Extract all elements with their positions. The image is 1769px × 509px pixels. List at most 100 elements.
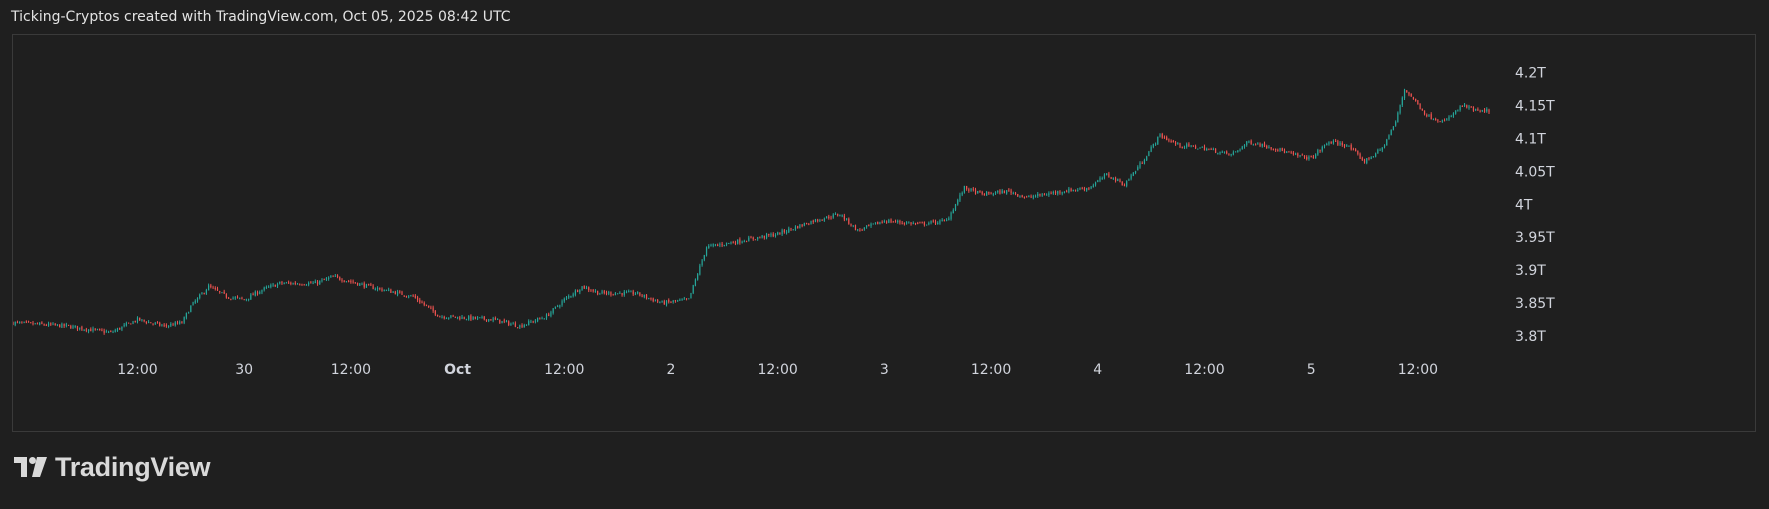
up-candle [279,281,281,284]
up-candle [1001,190,1003,194]
down-candle [988,191,990,194]
down-candle [1426,114,1428,117]
down-candle [910,222,912,225]
up-candle [625,291,628,293]
down-candle [821,219,823,221]
up-candle [1186,144,1188,147]
up-candle [234,297,236,299]
up-candle [114,330,116,332]
up-candle [1028,195,1030,197]
up-candle [1323,145,1326,147]
down-candle [817,219,819,221]
time-axis[interactable]: 12:00 30 12:00 Oct 12:00 2 12:00 3 12:00 4 12:00 5 1… [117,362,1438,378]
up-candle [1177,143,1179,145]
down-candle [165,325,167,327]
down-candle [1168,139,1170,141]
up-candle [1037,193,1039,197]
up-candle [1190,145,1192,147]
chart-caption: Ticking-Cryptos created with TradingView… [11,9,511,25]
down-candle [750,237,752,239]
up-candle [1481,110,1483,112]
down-candle [354,282,356,284]
up-candle [579,290,581,293]
down-candle [236,296,239,298]
down-candle [917,222,919,224]
up-candle [948,218,950,221]
down-candle [890,219,892,223]
up-candle [863,227,865,230]
down-candle [657,299,659,302]
down-candle [288,282,290,284]
chart-area[interactable]: 4.2T 4.15T 4.1T 4.05T 4T 3.95T 3.9T 3.85T 3.8T 1… [12,34,1756,432]
down-candle [1210,148,1212,150]
brand[interactable]: TradingView [14,452,211,483]
price-axis[interactable]: 4.2T 4.15T 4.1T 4.05T 4T 3.95T 3.9T 3.85T 3.8T [1515,66,1555,345]
down-candle [1017,194,1019,197]
up-candle [1012,192,1014,194]
down-candle [1439,121,1441,123]
up-candle [192,302,194,306]
down-candle [972,188,974,190]
down-candle [485,319,488,322]
down-candle [1172,140,1174,143]
down-candle [350,281,352,283]
down-candle [336,275,339,277]
up-candle [1206,148,1208,151]
down-candle [274,284,276,287]
up-candle [785,231,788,233]
down-candle [210,285,212,288]
down-candle [639,292,641,296]
down-candle [923,222,925,225]
up-candle [1441,120,1443,122]
down-candle [41,322,43,324]
down-candle [67,324,70,326]
up-candle [1034,196,1037,198]
down-candle [1166,137,1168,141]
up-candle [912,222,914,224]
down-candle [1194,146,1197,149]
up-candle [1143,160,1146,164]
up-candle [719,244,721,246]
up-candle [1332,141,1334,144]
down-candle [430,307,432,309]
up-candle [1032,196,1034,198]
down-candle [70,326,72,329]
down-candle [110,331,112,333]
up-candle [74,325,76,327]
down-candle [256,292,259,295]
down-candle [981,192,983,194]
down-candle [432,307,434,312]
up-candle [694,279,697,286]
down-candle [1297,153,1299,156]
x-tick-label: 12:00 [1398,362,1438,378]
candlestick-chart[interactable]: 4.2T 4.15T 4.1T 4.05T 4T 3.95T 3.9T 3.85T 3.8T 1… [13,35,1755,431]
up-candle [743,241,745,243]
down-candle [381,288,383,291]
down-candle [1306,156,1308,160]
up-candle [723,245,725,247]
up-candle [296,283,299,285]
down-candle [459,317,461,320]
down-candle [1059,191,1061,193]
down-candle [1228,153,1230,155]
down-candle [612,294,614,296]
down-candle [474,316,476,319]
up-candle [263,287,265,290]
down-candle [463,317,465,319]
up-candle [1137,167,1139,171]
down-candle [103,330,105,333]
up-candle [1019,195,1021,197]
down-candle [216,288,219,291]
down-candle [1355,149,1357,152]
up-candle [1199,147,1201,149]
up-candle [1388,135,1390,139]
up-candle [614,293,617,296]
down-candle [1283,150,1286,153]
up-candle [1132,172,1134,176]
x-tick-label: 5 [1307,362,1316,378]
down-candle [1437,120,1439,122]
up-candle [1455,110,1457,114]
up-candle [376,288,379,290]
up-candle [841,215,843,217]
up-candle [96,329,99,331]
